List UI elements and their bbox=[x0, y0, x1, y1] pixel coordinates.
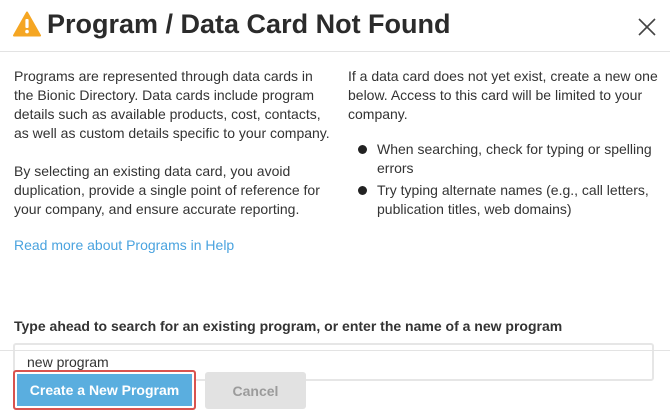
not-found-dialog: Program / Data Card Not Found Programs a… bbox=[0, 0, 670, 417]
help-link[interactable]: Read more about Programs in Help bbox=[14, 236, 334, 255]
create-new-program-button[interactable]: Create a New Program bbox=[13, 370, 196, 410]
search-tips-list: When searching, check for typing or spel… bbox=[348, 140, 658, 219]
dialog-body: Programs are represented through data ca… bbox=[0, 53, 670, 350]
list-item: Try typing alternate names (e.g., call l… bbox=[348, 181, 658, 219]
dialog-title: Program / Data Card Not Found bbox=[47, 9, 451, 39]
close-icon[interactable] bbox=[636, 16, 658, 38]
selection-benefits: By selecting an existing data card, you … bbox=[14, 163, 320, 217]
search-label: Type ahead to search for an existing pro… bbox=[14, 318, 563, 334]
bullet-icon bbox=[358, 186, 367, 195]
programs-description: Programs are represented through data ca… bbox=[14, 68, 330, 141]
list-item: When searching, check for typing or spel… bbox=[348, 140, 658, 178]
warning-triangle-icon bbox=[13, 11, 41, 37]
tip-text: When searching, check for typing or spel… bbox=[377, 141, 652, 176]
cancel-button[interactable]: Cancel bbox=[205, 372, 306, 409]
dialog-header: Program / Data Card Not Found bbox=[0, 0, 670, 52]
tip-text: Try typing alternate names (e.g., call l… bbox=[377, 182, 649, 217]
create-description: If a data card does not yet exist, creat… bbox=[348, 68, 658, 122]
dialog-footer: Create a New Program Cancel bbox=[0, 350, 670, 417]
bullet-icon bbox=[358, 145, 367, 154]
right-column: If a data card does not yet exist, creat… bbox=[348, 67, 658, 222]
left-column: Programs are represented through data ca… bbox=[14, 67, 334, 255]
